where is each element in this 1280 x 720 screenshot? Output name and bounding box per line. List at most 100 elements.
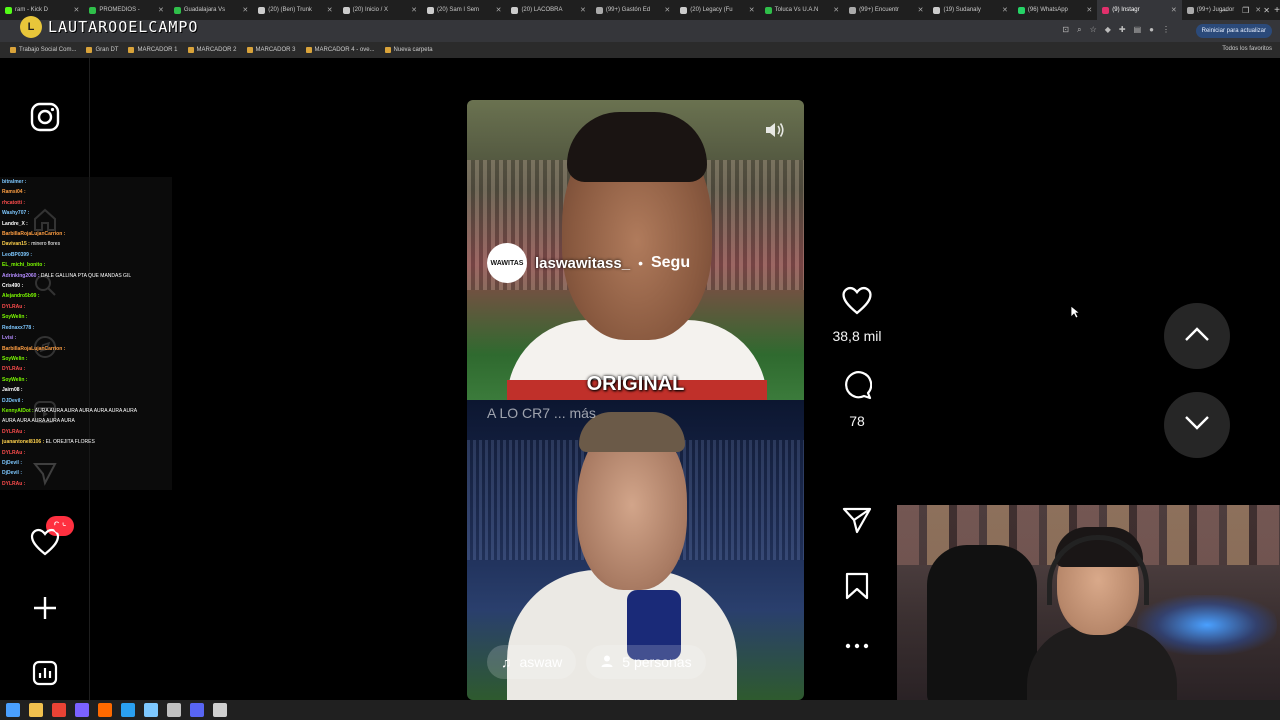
browser-tab[interactable]: Toluca Vs U.A.N ✕ — [760, 0, 844, 20]
profile-icon[interactable]: ● — [1149, 25, 1154, 35]
bookmark-item[interactable]: Gran DT — [86, 47, 118, 53]
audio-chip[interactable]: ♫ aswaw — [487, 645, 577, 679]
close-tab-icon[interactable]: ✕ — [664, 6, 670, 14]
extensions-puzzle-icon[interactable]: ✚ — [1119, 25, 1126, 35]
browser-tab[interactable]: (96) WhatsApp ✕ — [1013, 0, 1097, 20]
chat-username: DYLRAu : — [2, 303, 26, 310]
bookmark-item[interactable]: MARCADOR 4 - ove... — [305, 47, 375, 53]
chat-username: DJDevil : — [2, 397, 24, 404]
extension-icon[interactable]: ◆ — [1105, 25, 1111, 35]
reel-author: WAWITAS laswawitass_ • Segu — [487, 243, 690, 283]
close-tab-icon[interactable]: ✕ — [74, 6, 80, 14]
author-avatar[interactable]: WAWITAS — [487, 243, 527, 283]
browser-tab[interactable]: (20) Inicio / X ✕ — [338, 0, 422, 20]
app-icon[interactable] — [144, 703, 158, 717]
close-tab-icon[interactable]: ✕ — [158, 6, 164, 14]
chat-message: DYLRAu : — [2, 427, 170, 437]
browser-tab[interactable]: (99+) Encuentr ✕ — [844, 0, 928, 20]
notifications-heart-icon[interactable] — [28, 523, 64, 559]
create-plus-icon[interactable] — [28, 591, 62, 625]
close-tab-icon[interactable]: ✕ — [411, 6, 417, 14]
bookmark-item[interactable]: Trabajo Social Com... — [10, 47, 76, 53]
close-window-icon[interactable]: ✕ — [1263, 6, 1270, 15]
close-tab-icon[interactable]: ✕ — [918, 6, 924, 14]
update-button[interactable]: Reiniciar para actualizar — [1195, 24, 1272, 38]
browser-tab[interactable]: (20) LACOBRA ✕ — [506, 0, 590, 20]
app-icon[interactable] — [213, 703, 227, 717]
chat-message: DJDevil : — [2, 396, 170, 406]
bookmark-label: Gran DT — [95, 47, 119, 53]
close-tab-icon[interactable]: ✕ — [1086, 6, 1092, 14]
tab-label: Toluca Vs U.A.N — [774, 7, 819, 13]
minimize-icon[interactable]: — — [1220, 6, 1228, 15]
star-icon[interactable]: ☆ — [1090, 25, 1097, 35]
save-bookmark-icon[interactable] — [845, 572, 869, 605]
browser-tab[interactable]: (20) (Ben) Trunk ✕ — [253, 0, 337, 20]
tab-label: (99+) Encuentr — [859, 7, 899, 13]
comment-count: 78 — [849, 413, 865, 429]
browser-tab[interactable]: (99+) Gastón Ed ✕ — [591, 0, 675, 20]
close-tab-icon[interactable]: ✕ — [242, 6, 248, 14]
bookmark-icon — [10, 47, 16, 53]
people-chip[interactable]: 5 personas — [586, 645, 706, 679]
zoom-icon[interactable]: ⌕ — [1077, 25, 1081, 35]
install-icon[interactable]: ⊡ — [1062, 25, 1069, 35]
bookmark-item[interactable]: MARCADOR 2 — [187, 47, 237, 53]
reel-chips: ♫ aswaw 5 personas — [487, 645, 706, 679]
volume-icon[interactable] — [764, 120, 786, 145]
close-tab-icon[interactable]: ✕ — [580, 6, 586, 14]
tab-favicon-icon — [173, 6, 181, 14]
next-reel-button[interactable] — [1164, 392, 1230, 458]
chat-message: SoyWelin : — [2, 375, 170, 385]
chat-message: Alejandro5b99 : — [2, 291, 170, 301]
reel-video[interactable]: ORIGINAL WAWITAS laswawitass_ • Segu A L… — [467, 100, 804, 700]
comment-bubble-icon[interactable] — [842, 370, 873, 405]
bookmark-item[interactable]: Nueva carpeta — [384, 47, 433, 53]
instagram-logo-icon[interactable] — [28, 100, 62, 134]
edge-icon[interactable] — [121, 703, 135, 717]
reel-description[interactable]: A LO CR7 ... más — [487, 405, 596, 421]
author-username[interactable]: laswawitass_ — [535, 255, 630, 272]
bookmark-icon — [128, 47, 135, 53]
app-icon[interactable] — [167, 703, 181, 717]
close-tab-icon[interactable]: ✕ — [749, 6, 755, 14]
file-explorer-icon[interactable] — [29, 703, 43, 717]
chat-message: Davivan15 : minero flores — [2, 239, 170, 249]
more-options-icon[interactable] — [845, 638, 869, 656]
browser-tab[interactable]: (19) Sudanaly ✕ — [928, 0, 1012, 20]
media-icon[interactable] — [98, 703, 112, 717]
close-tab-icon[interactable]: ✕ — [1171, 6, 1177, 14]
bookmark-item[interactable]: MARCADOR 3 — [246, 47, 296, 53]
share-paper-plane-icon[interactable] — [842, 506, 872, 539]
sidebar-icon[interactable]: ▤ — [1134, 25, 1142, 35]
app-grid-icon[interactable] — [75, 703, 89, 717]
chat-text: minero flores — [31, 241, 61, 248]
close-tab-icon[interactable]: ✕ — [327, 6, 333, 14]
browser-tab[interactable]: (9) Instagr ✕ — [1097, 0, 1182, 20]
all-bookmarks[interactable]: Todos los favoritos — [1222, 46, 1272, 52]
close-tab-icon[interactable]: ✕ — [496, 6, 502, 14]
follow-button[interactable]: Segu — [651, 254, 690, 272]
close-tab-icon[interactable]: ✕ — [1002, 6, 1008, 14]
chat-message: Cris490 : — [2, 281, 170, 291]
chat-username: SoyWelin : — [2, 376, 28, 383]
chrome-icon[interactable] — [52, 703, 66, 717]
tab-favicon-icon — [933, 6, 941, 14]
chat-username: juanantonel8106 : — [2, 439, 45, 446]
discord-icon[interactable] — [190, 703, 204, 717]
chat-message: juanantonel8106 : EL OREJITA FLORES — [2, 437, 170, 447]
maximize-icon[interactable]: ❐ — [1242, 6, 1249, 15]
chat-message: SoyWelin : — [2, 312, 170, 322]
dashboard-icon[interactable] — [28, 656, 62, 690]
bookmark-item[interactable]: MARCADOR 1 — [128, 47, 178, 53]
previous-reel-button[interactable] — [1164, 303, 1230, 369]
person-icon — [600, 654, 614, 671]
like-heart-icon[interactable] — [841, 286, 873, 320]
chat-text: AURA AURA AURA AURA AURA — [2, 418, 75, 425]
streamer-webcam — [897, 505, 1280, 700]
close-tab-icon[interactable]: ✕ — [833, 6, 839, 14]
windows-icon[interactable] — [6, 703, 20, 717]
menu-icon[interactable]: ⋮ — [1162, 25, 1170, 35]
browser-tab[interactable]: (20) Legacy (Fu ✕ — [675, 0, 759, 20]
browser-tab[interactable]: (20) Sam I Sem ✕ — [422, 0, 506, 20]
